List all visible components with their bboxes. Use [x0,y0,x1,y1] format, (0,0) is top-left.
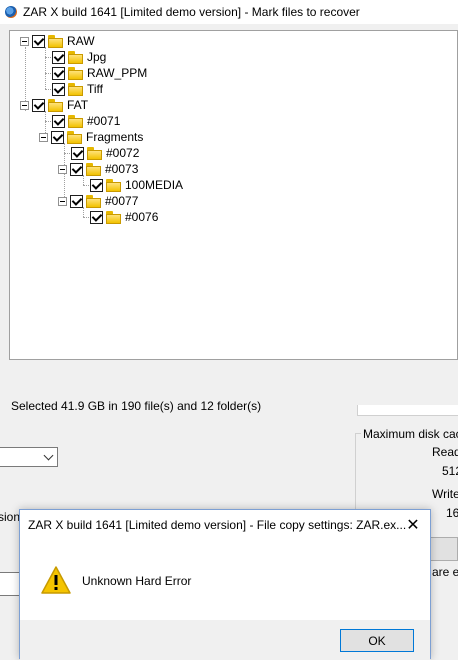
dialog-title: ZAR X build 1641 [Limited demo version] … [28,518,407,532]
tree-item-raw-ppm[interactable]: RAW_PPM [52,65,147,81]
collapse-icon[interactable] [58,164,67,174]
background-button[interactable] [430,537,458,561]
dropdown-select[interactable] [0,447,58,467]
tree-item-0072[interactable]: #0072 [71,145,139,161]
checkbox-checked[interactable] [70,162,83,176]
tree-item-label: Jpg [87,50,107,64]
tree-item-label: Fragments [86,130,144,144]
background-text: are ef [432,565,458,579]
collapse-icon[interactable] [20,36,29,46]
checkbox-checked[interactable] [90,210,103,224]
folder-icon [68,66,83,80]
group-box-top [357,405,458,416]
folder-icon [87,146,102,160]
chevron-down-icon [43,450,54,461]
close-icon[interactable]: ✕ [402,514,424,536]
folder-icon [48,98,63,112]
tree-item-0073[interactable]: #0073 [58,161,138,177]
checkbox-checked[interactable] [90,178,103,192]
error-message: Unknown Hard Error [82,574,192,588]
folder-icon [106,210,121,224]
folder-icon [48,34,63,48]
tree-item-label: Tiff [87,82,104,96]
folder-icon [106,178,121,192]
app-logo-icon [5,6,17,18]
checkbox-checked[interactable] [32,34,45,48]
checkbox-checked[interactable] [52,66,65,80]
tree-item-fragments[interactable]: Fragments [39,129,143,145]
background-input[interactable] [0,572,20,596]
warning-icon [41,566,71,594]
folder-icon [86,162,101,176]
folder-icon [67,130,82,144]
checkbox-checked[interactable] [52,82,65,96]
tree-item-0071[interactable]: #0071 [52,113,120,129]
main-title-bar: ZAR X build 1641 [Limited demo version] … [0,0,458,24]
tree-item-label: 100MEDIA [125,178,184,192]
folder-icon [68,50,83,64]
checkbox-checked[interactable] [51,130,64,144]
tree-item-label: RAW_PPM [87,66,148,80]
tree-item-tiff[interactable]: Tiff [52,81,103,97]
tree-item-label: #0073 [105,162,139,176]
collapse-icon[interactable] [20,100,29,110]
selection-summary: Selected 41.9 GB in 190 file(s) and 12 f… [11,399,262,413]
collapse-icon[interactable] [39,132,48,142]
tree-connector [45,47,46,89]
tree-item-100media[interactable]: 100MEDIA [90,177,183,193]
folder-icon [68,82,83,96]
background-label: sion [0,510,21,524]
tree-item-label: #0072 [106,146,140,160]
tree-item-fat[interactable]: FAT [20,97,88,113]
tree-item-label: #0076 [125,210,159,224]
tree-item-raw[interactable]: RAW [20,33,95,49]
tree-item-label: FAT [67,98,89,112]
dialog-title-bar: ZAR X build 1641 [Limited demo version] … [20,510,430,540]
read-cache-value: 512 [442,464,458,478]
write-cache-value: 16 [446,506,458,520]
error-dialog: ZAR X build 1641 [Limited demo version] … [19,509,431,660]
folder-icon [86,194,101,208]
read-cache-label: Read [432,445,458,459]
tree-item-0076[interactable]: #0076 [90,209,158,225]
window-title: ZAR X build 1641 [Limited demo version] … [23,5,360,19]
tree-item-jpg[interactable]: Jpg [52,49,106,65]
ok-button[interactable]: OK [340,629,414,652]
checkbox-checked[interactable] [52,114,65,128]
collapse-icon[interactable] [58,196,67,206]
checkbox-checked[interactable] [70,194,83,208]
checkbox-checked[interactable] [32,98,45,112]
checkbox-checked[interactable] [71,146,84,160]
write-cache-label: Write [432,487,458,501]
tree-item-label: #0077 [105,194,139,208]
tree-item-0077[interactable]: #0077 [58,193,138,209]
tree-item-label: RAW [67,34,95,48]
folder-icon [68,114,83,128]
folder-tree[interactable]: RAW Jpg RAW_PPM Tiff FAT #0071 Fragments… [9,30,458,360]
tree-item-label: #0071 [87,114,121,128]
disk-cache-label: Maximum disk cache [361,427,458,441]
checkbox-checked[interactable] [52,50,65,64]
